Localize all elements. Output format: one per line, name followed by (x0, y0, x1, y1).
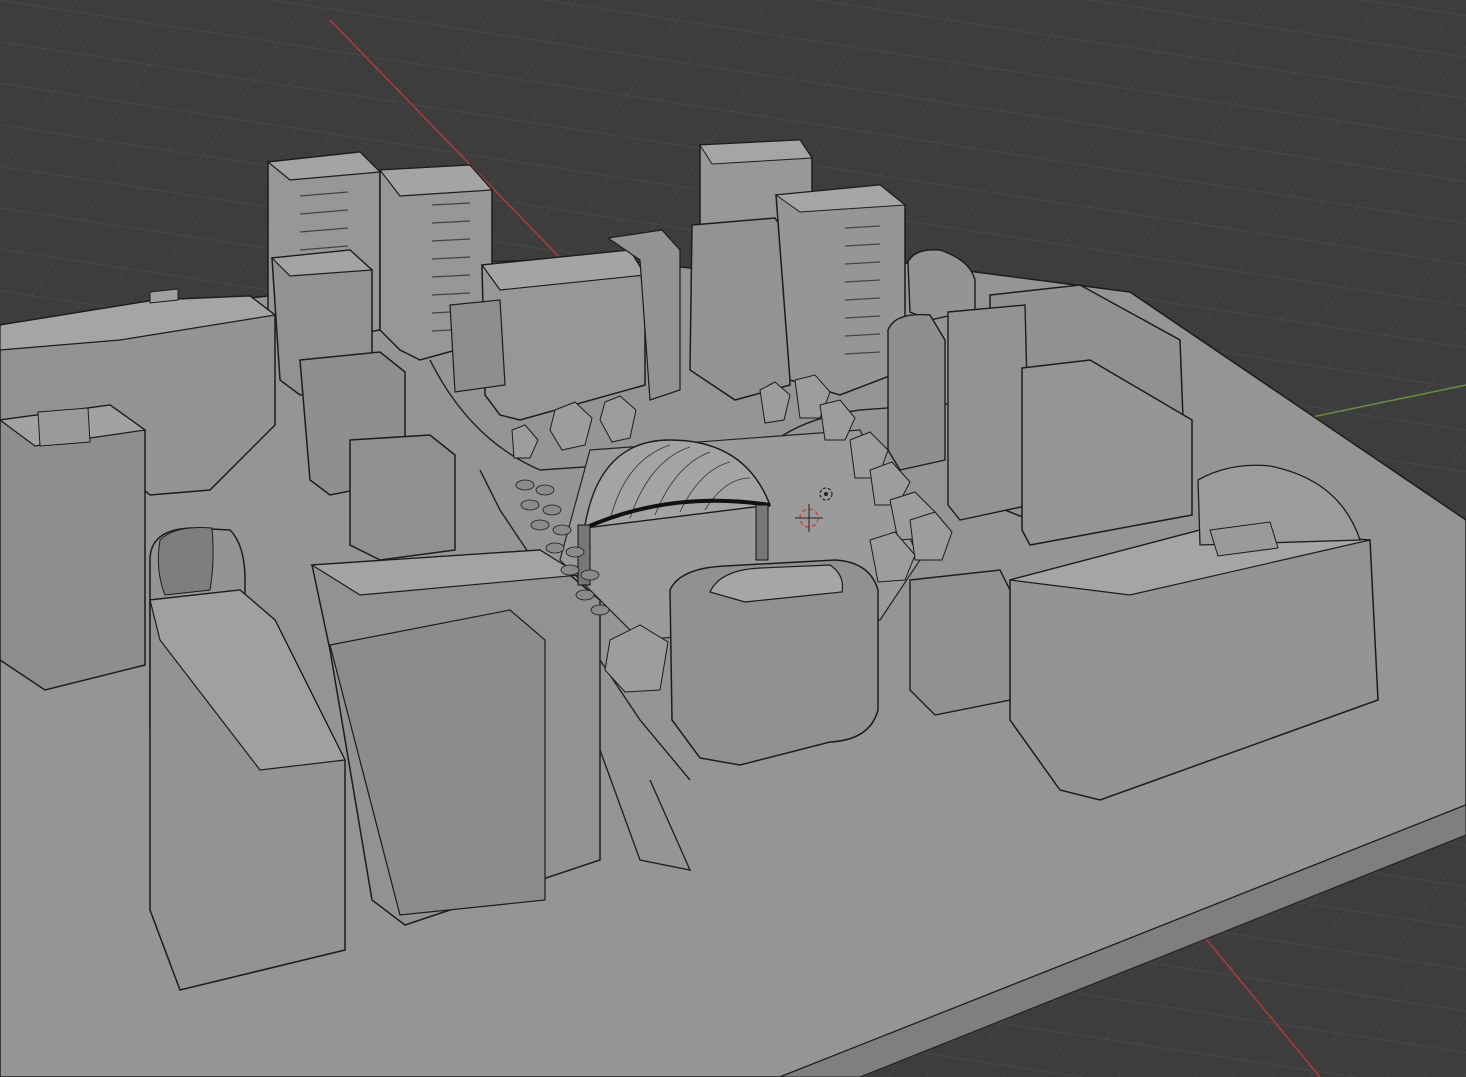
3d-viewport[interactable] (0, 0, 1466, 1077)
building-left-office[interactable] (0, 404, 147, 691)
viewport-canvas[interactable] (0, 0, 1466, 1077)
building-center-rounded[interactable] (669, 559, 879, 766)
building-right-mid[interactable] (909, 569, 1011, 716)
